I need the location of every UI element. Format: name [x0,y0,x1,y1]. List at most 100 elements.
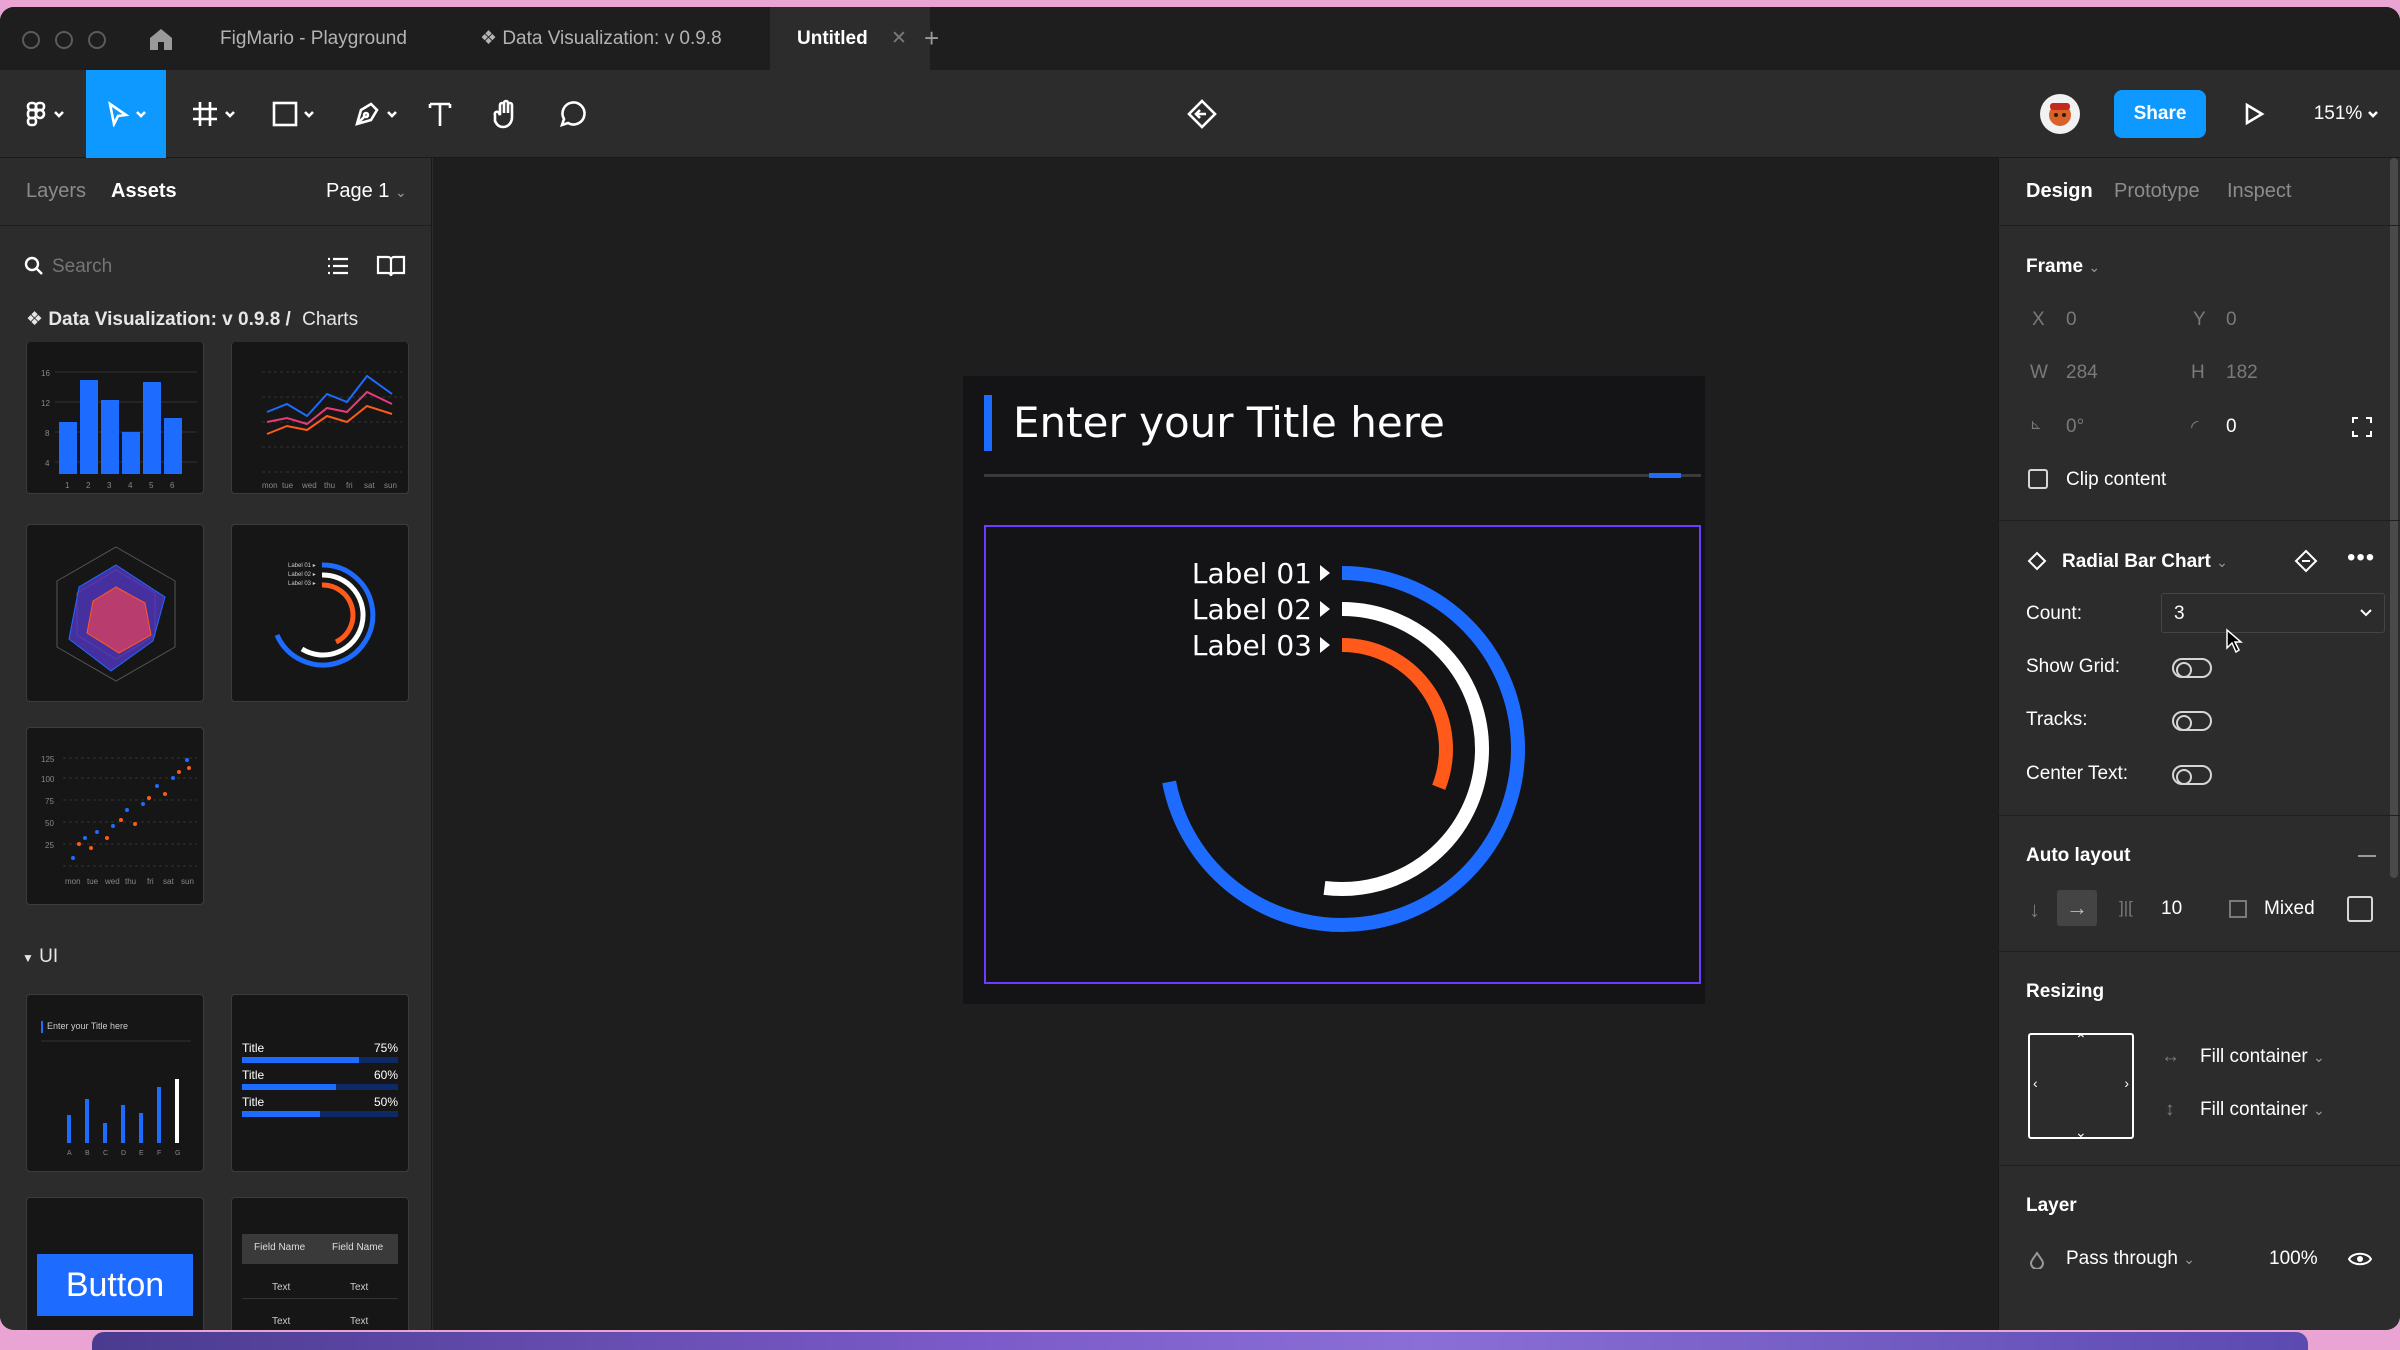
progress-row: Title 50% [242,1095,398,1122]
card-title[interactable]: Enter your Title here [1013,398,1445,447]
label-pointer-icon [1320,637,1330,653]
tab-design[interactable]: Design [2026,180,2093,203]
table-cell: Text [350,1316,369,1327]
chevron-down-icon [304,111,314,118]
hand-tool-button[interactable] [486,70,526,158]
x-field[interactable]: 0 [2066,309,2077,331]
tab-inspect[interactable]: Inspect [2227,180,2291,203]
chart-card[interactable]: Enter your Title here Label 01 Label 02 La… [963,376,1705,1004]
center-text-label: Center Text: [2026,763,2129,784]
asset-thumb-radar-chart[interactable] [26,524,204,702]
rotation-field[interactable]: 0° [2066,416,2084,438]
shape-tool-button[interactable] [262,70,324,158]
share-button[interactable]: Share [2114,90,2206,138]
constraint-right-icon[interactable]: › [2124,1075,2129,1091]
tab-untitled[interactable]: Untitled ✕ [770,7,930,70]
constraint-top-icon[interactable]: ⌃ [2075,1031,2087,1048]
tracks-toggle[interactable] [2172,711,2212,731]
close-tab-icon[interactable]: ✕ [891,28,907,49]
constraints-widget[interactable]: ⌃ ⌄ ‹ › [2028,1031,2134,1141]
svg-text:fri: fri [346,481,353,490]
design-canvas[interactable]: Enter your Title here Label 01 Label 02 La… [433,158,1998,1330]
component-swap-icon [1187,99,1217,129]
height-field[interactable]: 182 [2226,362,2258,384]
opacity-field[interactable]: 100% [2269,1248,2318,1270]
close-window-icon[interactable] [22,31,40,49]
rotation-icon: ⊾ [2030,416,2042,432]
center-text-toggle[interactable] [2172,765,2212,785]
main-menu-button[interactable] [18,70,72,158]
ui-section-header[interactable]: ▼ UI [22,946,58,968]
frame-section-title[interactable]: Frame ⌄ [2026,256,2100,278]
comment-tool-button[interactable] [552,70,592,158]
show-grid-label: Show Grid: [2026,656,2120,677]
more-options-icon[interactable]: ••• [2347,544,2375,572]
component-swap-button[interactable] [1180,70,1224,158]
radius-field[interactable]: 0 [2226,416,2237,438]
chevron-down-icon: ⌄ [2216,554,2228,570]
zoom-window-icon[interactable] [88,31,106,49]
svg-text:thu: thu [324,481,335,490]
constraint-left-icon[interactable]: ‹ [2033,1075,2038,1091]
asset-thumb-bar-chart[interactable]: 1 2 3 4 5 6 16 12 8 4 [26,342,204,494]
right-panel-scrollbar[interactable] [2390,158,2398,878]
new-tab-icon[interactable]: + [924,7,939,70]
component-name-menu[interactable]: Radial Bar Chart ⌄ [2062,551,2228,573]
asset-thumb-scatter-chart[interactable]: 125 100 75 50 25 mon tue wed thu fri sat sun [26,727,204,905]
vertical-resizing-select[interactable]: Fill container ⌄ [2200,1099,2325,1121]
asset-thumb-line-chart[interactable]: mon tue wed thu fri sat sun [231,342,409,494]
horizontal-resizing-select[interactable]: Fill container ⌄ [2200,1046,2325,1068]
home-icon[interactable] [148,27,174,51]
asset-thumb-table[interactable]: Field Name Field Name Text Text Text Tex… [231,1197,409,1330]
eye-icon[interactable] [2348,1250,2372,1268]
width-field[interactable]: 284 [2066,362,2098,384]
horizontal-direction-icon[interactable]: → [2057,890,2097,926]
tab-assets[interactable]: Assets [111,180,177,203]
frame-tool-button[interactable] [180,70,246,158]
present-button[interactable] [2236,70,2272,158]
asset-thumb-progress-bars[interactable]: Title 75% Title 60% Title 50% [231,994,409,1172]
chevron-down-icon: ⌄ [394,184,407,200]
minimize-window-icon[interactable] [55,31,73,49]
progress-list: Title 75% Title 60% Title 50% [242,1041,398,1122]
user-avatar[interactable] [2038,70,2082,158]
constraint-bottom-icon[interactable]: ⌄ [2075,1124,2087,1141]
alignment-icon[interactable] [2347,896,2373,922]
chevron-down-icon [225,111,235,118]
move-tool-button[interactable] [86,70,166,158]
zoom-menu[interactable]: 151% [2306,70,2386,158]
clip-content-checkbox[interactable] [2028,469,2048,489]
search-input[interactable] [52,252,292,282]
list-view-icon[interactable] [326,254,350,278]
right-panel-tabs: Design Prototype Inspect [1999,158,2400,226]
hand-icon [493,99,514,129]
radial-bar-chart-frame[interactable]: Label 01 Label 02 Label 03 [984,525,1701,984]
pen-tool-button[interactable] [344,70,406,158]
share-button-wrap: Share [2114,70,2206,158]
asset-thumb-button[interactable]: Button [26,1197,204,1330]
tab-figmario-playground[interactable]: FigMario - Playground [220,7,407,70]
page-selector[interactable]: Page 1 ⌄ [326,180,407,203]
asset-thumb-radial-bar-chart[interactable]: Label 01 ▸ Label 02 ▸ Label 03 ▸ [231,524,409,702]
line-chart-preview: mon tue wed thu fri sat sun [262,371,402,490]
show-grid-toggle[interactable] [2172,658,2212,678]
y-label: Y [2193,309,2206,330]
padding-field[interactable]: Mixed [2264,898,2315,920]
svg-text:wed: wed [104,877,120,886]
y-field[interactable]: 0 [2226,309,2237,331]
vertical-direction-icon[interactable]: ↓ [2029,897,2040,923]
independent-corners-icon[interactable] [2351,416,2373,438]
breadcrumb-library[interactable]: Data Visualization: v 0.9.8 / [48,309,291,330]
remove-auto-layout-icon[interactable] [2358,855,2376,857]
library-book-icon[interactable] [376,254,406,278]
asset-thumb-titled-chart[interactable]: A B C D E F G Enter your Title here [26,994,204,1172]
tab-prototype[interactable]: Prototype [2114,180,2200,203]
tab-layers[interactable]: Layers [26,180,86,203]
tab-bar: FigMario - Playground ❖ Data Visualizati… [0,7,2400,70]
go-to-main-component-icon[interactable] [2294,549,2318,573]
count-select[interactable]: 3 [2161,593,2385,633]
blend-mode-select[interactable]: Pass through ⌄ [2066,1248,2195,1270]
spacing-field[interactable]: 10 [2161,898,2182,920]
tab-data-visualization[interactable]: ❖ Data Visualization: v 0.9.8 [480,7,722,70]
text-tool-button[interactable] [420,70,460,158]
